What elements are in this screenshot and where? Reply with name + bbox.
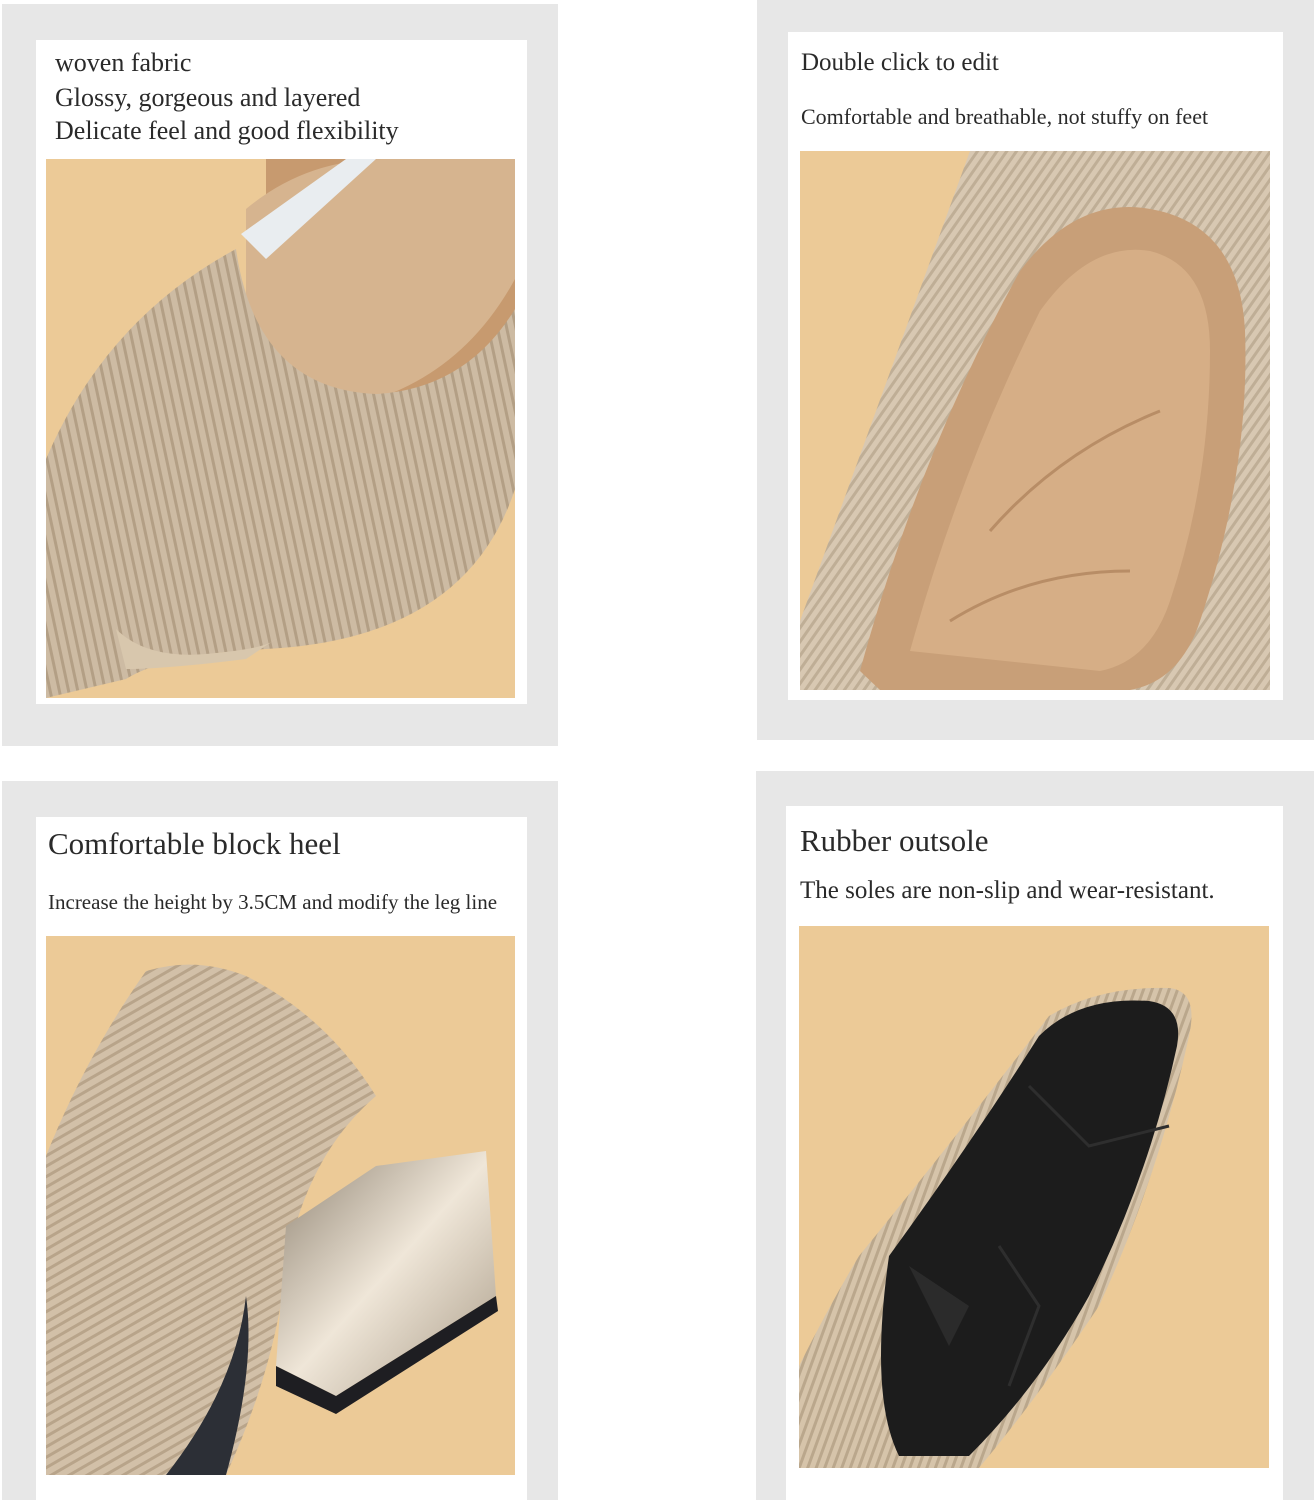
heel-subtitle: Increase the height by 3.5CM and modify …: [48, 890, 498, 914]
fabric-line-glossy: Glossy, gorgeous and layered: [55, 83, 361, 112]
fabric-heading: woven fabric: [55, 48, 192, 77]
shoe-insole-photo: [800, 151, 1270, 690]
outsole-subtitle: The soles are non-slip and wear-resistan…: [800, 877, 1215, 904]
fabric-line-flexibility: Delicate feel and good flexibility: [55, 116, 399, 145]
insole-subtitle: Comfortable and breathable, not stuffy o…: [801, 104, 1209, 129]
rubber-outsole-photo: [799, 926, 1269, 1468]
block-heel-photo: [46, 936, 515, 1475]
knit-shoe-toe-photo: [46, 159, 515, 698]
outsole-title: Rubber outsole: [800, 823, 989, 858]
heel-title: Comfortable block heel: [48, 826, 341, 861]
insole-title: Double click to edit: [801, 49, 999, 76]
